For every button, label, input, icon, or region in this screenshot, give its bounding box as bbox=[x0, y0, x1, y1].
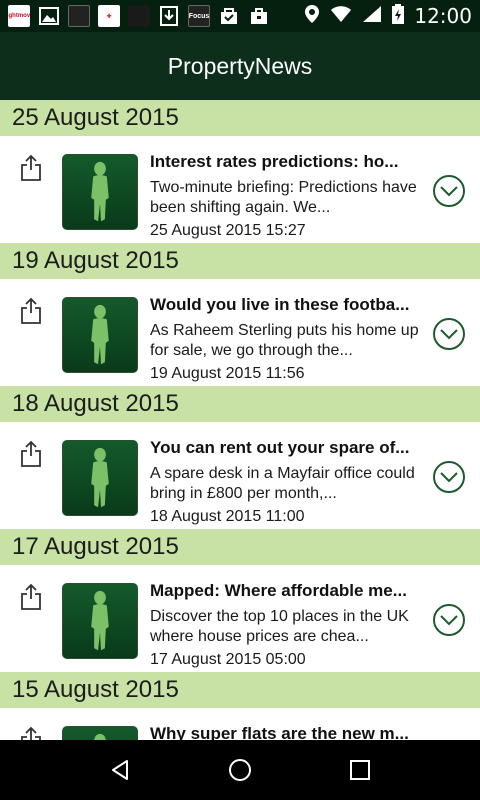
app-title: PropertyNews bbox=[167, 52, 313, 79]
article-timestamp: 17 August 2015 05:00 bbox=[150, 651, 306, 668]
navigation-bar bbox=[0, 740, 480, 800]
date-header: 15 August 2015 bbox=[0, 672, 480, 708]
article-summary: Two-minute briefing: Predictions have be… bbox=[150, 179, 417, 216]
recents-button[interactable] bbox=[340, 750, 380, 790]
download-notification-icon bbox=[158, 5, 180, 27]
article-thumbnail[interactable] bbox=[62, 726, 138, 740]
home-icon bbox=[229, 759, 251, 781]
rightmove-red-notification-icon: ✚ bbox=[98, 5, 120, 27]
news-card[interactable]: You can rent out your spare of... A spar… bbox=[0, 422, 480, 529]
gallery-notification-icon bbox=[38, 5, 60, 27]
date-header: 17 August 2015 bbox=[0, 529, 480, 565]
person-silhouette-icon bbox=[94, 733, 106, 740]
news-card[interactable]: Why super flats are the new m... bbox=[0, 708, 480, 740]
rightmove-notification-icon: rightmove bbox=[8, 5, 30, 27]
home-button[interactable] bbox=[220, 750, 260, 790]
location-icon bbox=[304, 4, 320, 29]
article-thumbnail[interactable] bbox=[62, 154, 138, 230]
article-summary: A spare desk in a Mayfair office could b… bbox=[150, 465, 415, 502]
briefcase-notification-icon bbox=[248, 5, 270, 27]
article-timestamp: 25 August 2015 15:27 bbox=[150, 222, 306, 239]
date-header: 18 August 2015 bbox=[0, 386, 480, 422]
chevron-down-icon[interactable] bbox=[432, 317, 466, 351]
share-icon[interactable] bbox=[20, 583, 42, 611]
article-title[interactable]: Mapped: Where affordable me... bbox=[150, 581, 420, 601]
article-thumbnail[interactable] bbox=[62, 583, 138, 659]
person-silhouette-icon bbox=[91, 447, 109, 508]
share-icon[interactable] bbox=[20, 726, 42, 740]
article-title[interactable]: Why super flats are the new m... bbox=[150, 724, 420, 740]
focus-notification-icon: Focus bbox=[188, 5, 210, 27]
share-icon[interactable] bbox=[20, 440, 42, 468]
article-thumbnail[interactable] bbox=[62, 440, 138, 516]
chevron-down-icon[interactable] bbox=[432, 460, 466, 494]
app-bar: PropertyNews bbox=[0, 32, 480, 100]
article-thumbnail[interactable] bbox=[62, 297, 138, 373]
status-right: 12:00 bbox=[304, 3, 472, 29]
news-list[interactable]: 25 August 2015 Interest rates prediction… bbox=[0, 100, 480, 740]
news-card[interactable]: Interest rates predictions: ho... Two-mi… bbox=[0, 136, 480, 243]
date-header: 25 August 2015 bbox=[0, 100, 480, 136]
article-summary: As Raheem Sterling puts his home up for … bbox=[150, 322, 419, 359]
person-silhouette-icon bbox=[91, 304, 109, 365]
wifi-icon bbox=[330, 5, 352, 28]
recents-icon bbox=[350, 760, 370, 780]
person-silhouette-icon bbox=[91, 161, 109, 222]
person-silhouette-icon bbox=[91, 590, 109, 651]
shopping-notification-icon bbox=[218, 5, 240, 27]
article-timestamp: 19 August 2015 11:56 bbox=[150, 365, 305, 382]
back-button[interactable] bbox=[100, 750, 140, 790]
gold-notification-icon bbox=[128, 5, 150, 27]
news-card[interactable]: Would you live in these footba... As Rah… bbox=[0, 279, 480, 386]
battery-icon bbox=[392, 3, 405, 29]
chevron-down-icon[interactable] bbox=[432, 603, 466, 637]
news-card[interactable]: Mapped: Where affordable me... Discover … bbox=[0, 565, 480, 672]
share-icon[interactable] bbox=[20, 297, 42, 325]
article-title[interactable]: Would you live in these footba... bbox=[150, 295, 420, 315]
notification-icons: rightmove ✚ Focus bbox=[8, 5, 270, 27]
article-timestamp: 18 August 2015 11:00 bbox=[150, 508, 305, 525]
status-bar: rightmove ✚ Focus 12:00 bbox=[0, 0, 480, 32]
article-summary: Discover the top 10 places in the UK whe… bbox=[150, 608, 409, 645]
signal-icon bbox=[362, 5, 382, 28]
share-icon[interactable] bbox=[20, 154, 42, 182]
date-header: 19 August 2015 bbox=[0, 243, 480, 279]
article-title[interactable]: You can rent out your spare of... bbox=[150, 438, 420, 458]
chevron-down-icon[interactable] bbox=[432, 174, 466, 208]
back-icon bbox=[112, 760, 128, 780]
clock: 12:00 bbox=[414, 4, 472, 28]
news-notification-icon bbox=[68, 5, 90, 27]
article-title[interactable]: Interest rates predictions: ho... bbox=[150, 152, 420, 172]
